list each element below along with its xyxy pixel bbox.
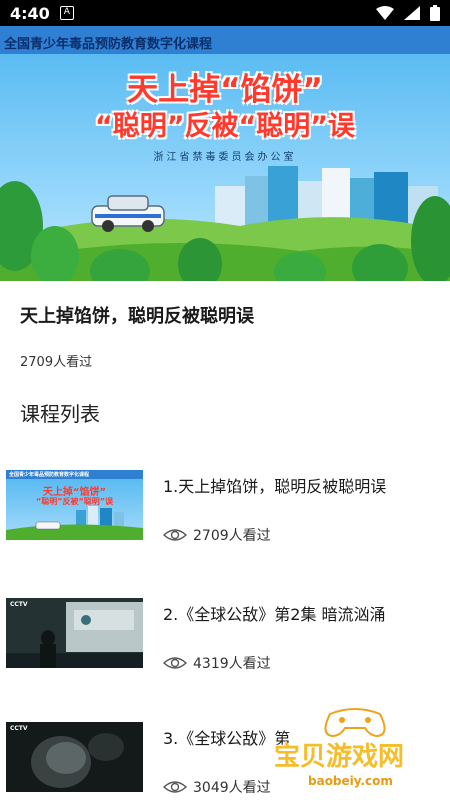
- course-views: 2709人看过: [163, 525, 271, 545]
- cctv-logo: CCTV: [10, 601, 28, 608]
- watermark: 宝贝游戏网 baobeiy.com: [270, 706, 445, 798]
- course-view-count: 2709人看过: [193, 528, 271, 544]
- status-bar: 4:40 A: [0, 0, 450, 26]
- course-thumbnail[interactable]: CCTV: [6, 598, 143, 668]
- gamepad-icon: [324, 708, 386, 738]
- course-view-count: 3049人看过: [193, 780, 271, 796]
- course-thumbnail[interactable]: CCTV: [6, 722, 143, 792]
- course-list-heading: 课程列表: [20, 402, 100, 426]
- thumb-title-line2: “聪明”反被“聪明”误: [35, 497, 114, 506]
- course-title[interactable]: 2.《全球公敌》第2集 暗流汹涌: [163, 601, 386, 625]
- eye-icon: [163, 529, 187, 541]
- course-view-count: 4319人看过: [193, 656, 271, 672]
- watermark-text: 宝贝游戏网: [274, 742, 405, 772]
- thumb-scene: [6, 598, 143, 668]
- thumb-scene: [6, 722, 143, 792]
- status-time: 4:40: [10, 3, 50, 23]
- status-icons: [376, 5, 440, 21]
- banner-title-line2: “聪明”反被“聪明”误: [95, 111, 355, 142]
- wifi-icon: [376, 6, 394, 20]
- course-thumbnail[interactable]: 全国青少年毒品预防教育数字化课程 天上掉“馅饼” “聪明”反被“聪明”误: [6, 470, 143, 540]
- signal-icon: [404, 6, 420, 20]
- video-player-banner[interactable]: 全国青少年毒品预防教育数字化课程 天上掉“馅饼” “聪明”反被“聪明”误 浙江省…: [0, 26, 450, 281]
- course-views: 4319人看过: [163, 653, 271, 673]
- cctv-logo: CCTV: [10, 725, 28, 732]
- thumb-header: 全国青少年毒品预防教育数字化课程: [9, 472, 90, 478]
- banner-issuer: 浙江省禁毒委员会办公室: [153, 152, 297, 163]
- battery-icon: [430, 5, 440, 21]
- watermark-url: baobeiy.com: [308, 774, 393, 788]
- video-view-count: 2709人看过: [20, 355, 93, 370]
- sim-icon: A: [59, 6, 74, 20]
- banner-header: 全国青少年毒品预防教育数字化课程: [4, 37, 213, 52]
- course-views: 3049人看过: [163, 777, 271, 797]
- course-item[interactable]: CCTV 2.《全球公敌》第2集 暗流汹涌 4319人看过: [0, 598, 450, 698]
- eye-icon: [163, 781, 187, 793]
- banner-title-line1: 天上掉“馅饼”: [127, 72, 323, 108]
- video-title: 天上掉馅饼，聪明反被聪明误: [20, 306, 254, 327]
- eye-icon: [163, 657, 187, 669]
- course-item[interactable]: 全国青少年毒品预防教育数字化课程 天上掉“馅饼” “聪明”反被“聪明”误 1.天…: [0, 470, 450, 570]
- course-title[interactable]: 1.天上掉馅饼，聪明反被聪明误: [163, 473, 386, 497]
